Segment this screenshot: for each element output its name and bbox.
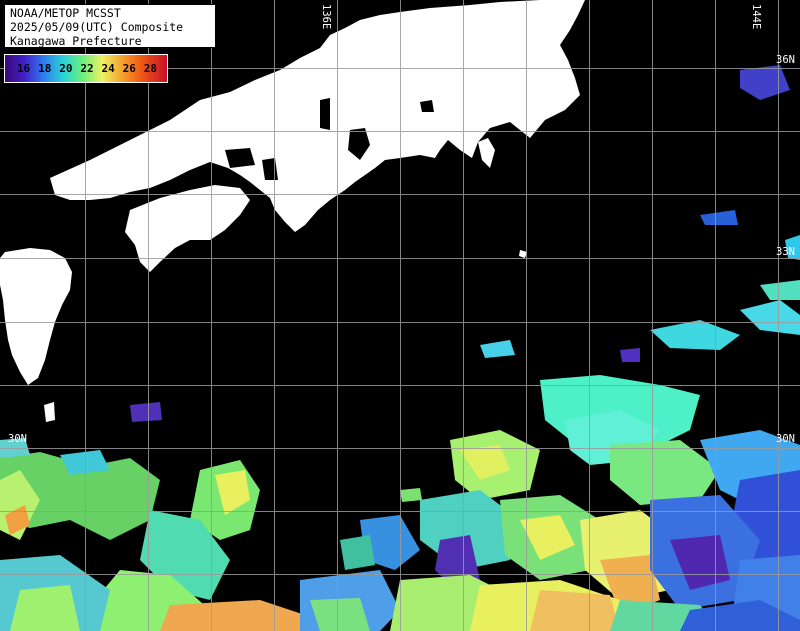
- title-line-2: 2025/05/09(UTC) Composite: [10, 20, 184, 34]
- lat-label-30n-east: 30N: [776, 433, 795, 445]
- sst-map: [0, 0, 800, 631]
- scale-label: 24: [101, 62, 115, 75]
- scale-label: 22: [80, 62, 94, 75]
- scale-label: 16: [16, 62, 31, 75]
- lat-label-36n: 36N: [776, 54, 795, 66]
- scale-label: 26: [122, 62, 136, 75]
- title-line-3: Kanagawa Prefecture: [10, 34, 142, 48]
- lon-label-144e: 144E: [750, 4, 762, 30]
- lat-label-33n: 33N: [776, 246, 795, 258]
- lon-label-136e: 136E: [320, 4, 332, 30]
- scale-label: 28: [143, 62, 158, 75]
- color-scale: 16 18 20 22 24 26 28: [4, 54, 168, 83]
- scale-label: 20: [59, 62, 73, 75]
- lat-label-30n-west: 30N: [8, 433, 27, 445]
- scale-label: 18: [38, 62, 52, 75]
- title-box: NOAA/METOP MCSST 2025/05/09(UTC) Composi…: [4, 4, 216, 48]
- title-line-1: NOAA/METOP MCSST: [10, 6, 121, 20]
